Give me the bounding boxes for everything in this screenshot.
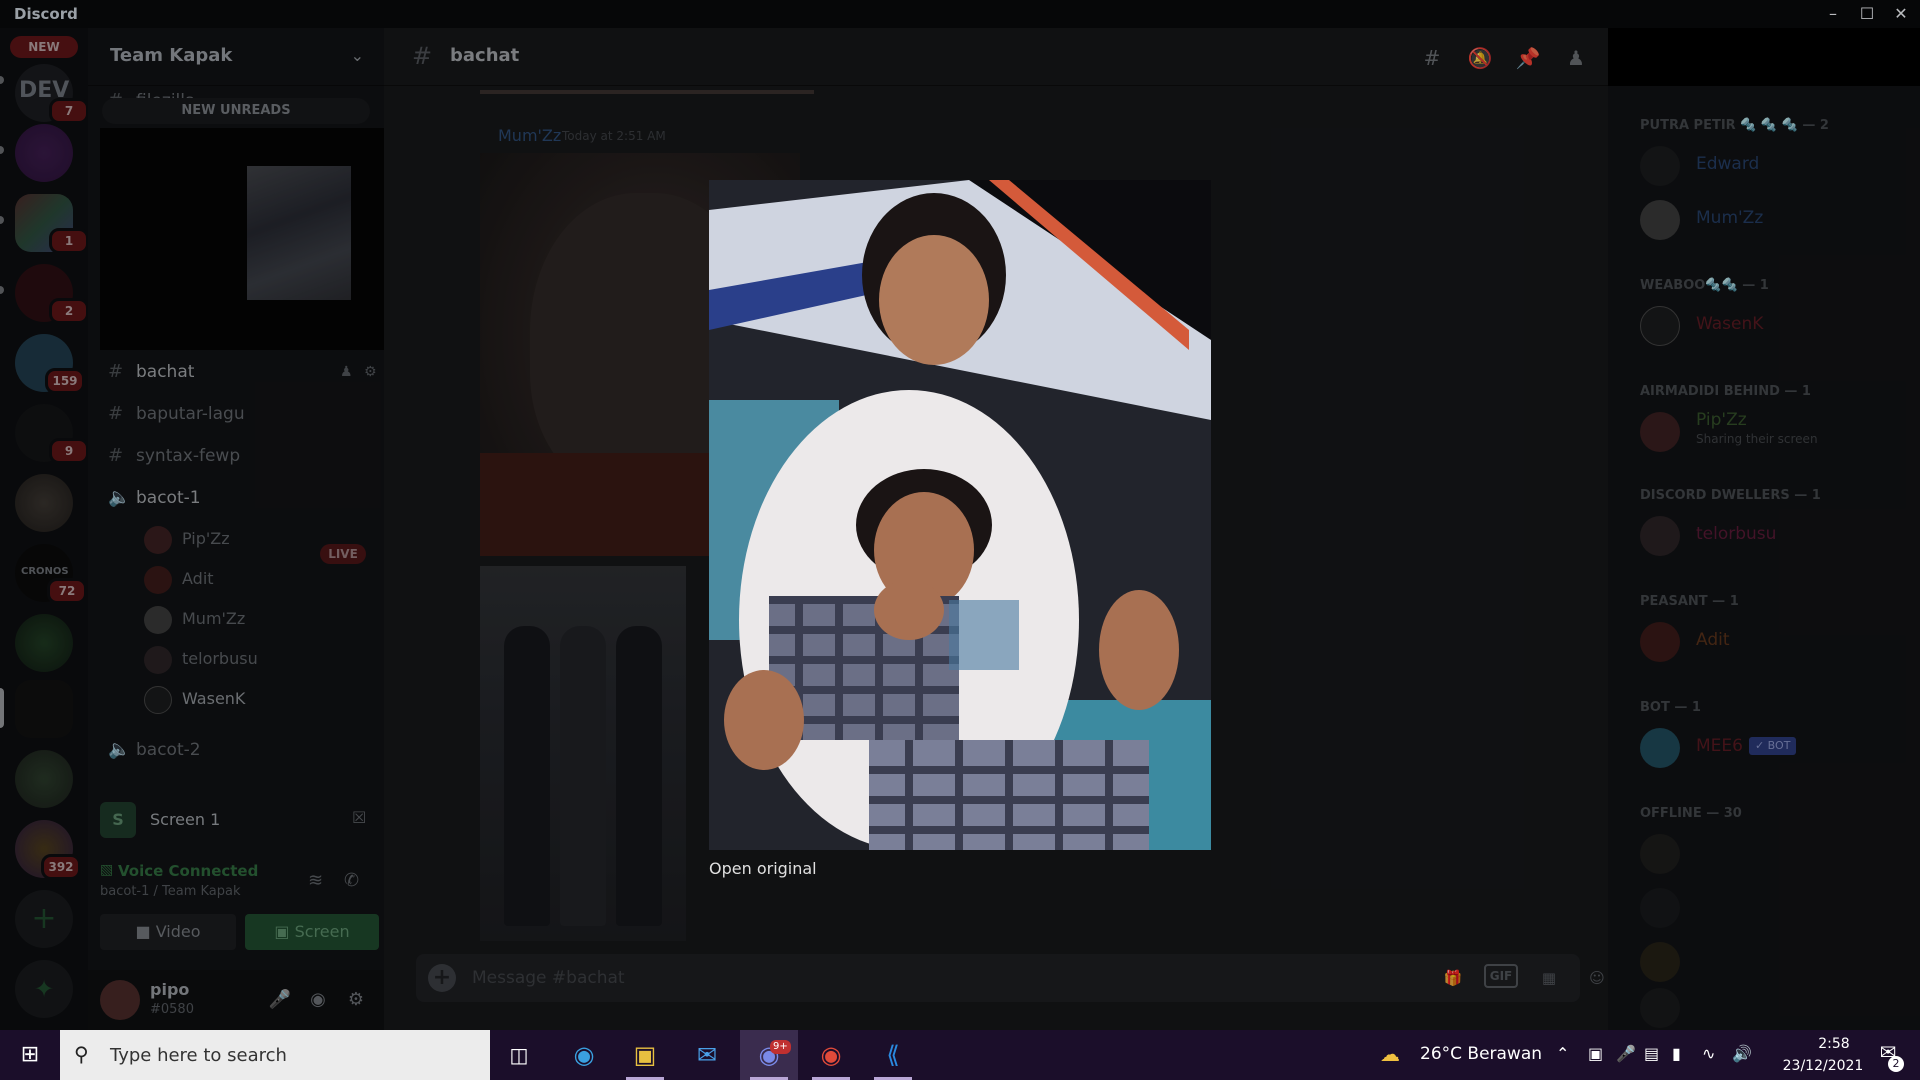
display-icon[interactable]: ▤ — [1644, 1044, 1659, 1063]
photo-content — [709, 180, 1211, 850]
image-viewer-photo[interactable] — [709, 180, 1211, 850]
microphone-icon[interactable]: 🎤 — [1616, 1044, 1636, 1063]
volume-icon[interactable]: 🔊 — [1732, 1044, 1752, 1063]
battery-icon[interactable]: ▮ — [1672, 1044, 1681, 1063]
discord-badge: 9+ — [770, 1040, 791, 1054]
minimize-button[interactable]: – — [1818, 2, 1848, 26]
mail-icon[interactable]: ✉ — [678, 1030, 736, 1080]
title-bar: Discord – ☐ ✕ — [0, 0, 1920, 28]
taskbar-search-placeholder: Type here to search — [110, 1045, 287, 1066]
discord-window: Discord – ☐ ✕ NEW DEV 7 1 2 159 9 CRONOS — [0, 0, 1920, 1080]
windows-taskbar: ⊞ ⚲ Type here to search ◫ ◉ ▣ ✉ ◉ 9+ ◉ ⟪ … — [0, 1030, 1920, 1080]
weather-text[interactable]: 26°C Berawan — [1420, 1044, 1542, 1064]
close-button[interactable]: ✕ — [1886, 2, 1916, 26]
chrome-icon[interactable]: ◉ — [802, 1030, 860, 1080]
meet-now-icon[interactable]: ▣ — [1588, 1044, 1603, 1063]
chevron-up-icon[interactable]: ⌃ — [1556, 1044, 1569, 1063]
vscode-icon[interactable]: ⟪ — [864, 1030, 922, 1080]
weather-cloud-icon: ☁ — [1380, 1042, 1400, 1066]
clock-time[interactable]: 2:58 — [1794, 1036, 1874, 1052]
discord-taskbar-icon[interactable]: ◉ 9+ — [740, 1030, 798, 1080]
window-title: Discord — [14, 5, 78, 23]
notification-count: 2 — [1888, 1056, 1904, 1072]
edge-icon[interactable]: ◉ — [555, 1030, 613, 1080]
search-icon: ⚲ — [74, 1042, 89, 1066]
maximize-button[interactable]: ☐ — [1852, 2, 1882, 26]
file-explorer-icon[interactable]: ▣ — [616, 1030, 674, 1080]
windows-start-icon[interactable]: ⊞ — [10, 1040, 50, 1070]
open-original-link[interactable]: Open original — [709, 859, 817, 878]
task-view-icon[interactable]: ◫ — [490, 1030, 548, 1080]
taskbar-search-box[interactable]: ⚲ Type here to search — [60, 1030, 490, 1080]
clock-date[interactable]: 23/12/2021 — [1768, 1058, 1878, 1074]
wifi-icon[interactable]: ∿ — [1702, 1044, 1715, 1063]
